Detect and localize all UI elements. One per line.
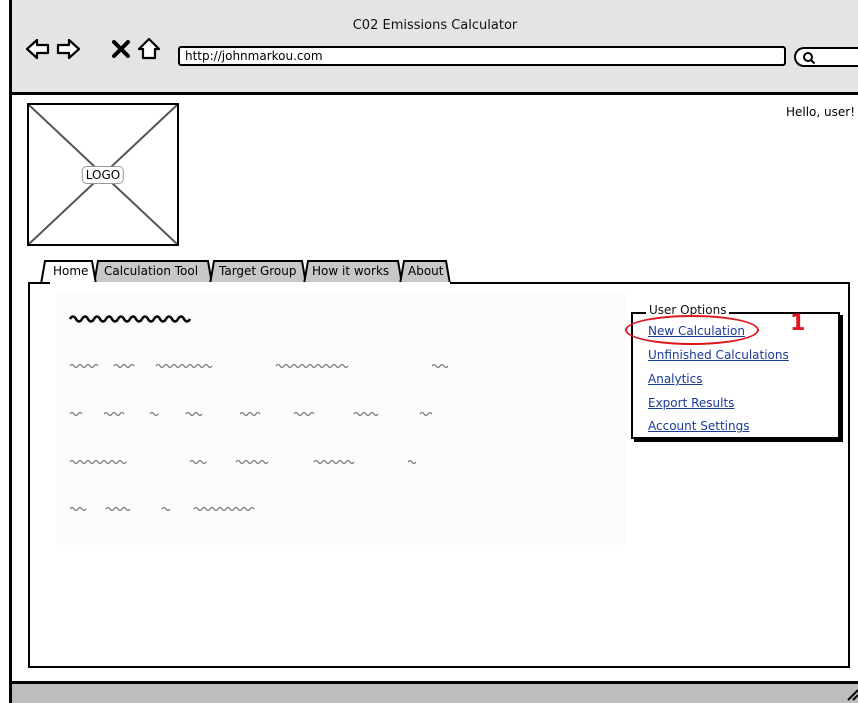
annotation-number: 1 [790, 311, 806, 336]
resize-grip-icon[interactable] [845, 687, 858, 701]
tab-about[interactable]: About [408, 264, 443, 278]
scribble-line [69, 411, 433, 417]
export-results-link[interactable]: Export Results [648, 396, 734, 410]
search-button[interactable] [794, 47, 858, 67]
analytics-link[interactable]: Analytics [648, 372, 703, 386]
logo-label: LOGO [81, 165, 125, 184]
account-settings-link[interactable]: Account Settings [648, 419, 749, 433]
forward-arrow-icon[interactable] [55, 36, 81, 62]
panel-border [28, 282, 50, 284]
address-bar-url: http://johnmarkou.com [185, 49, 323, 63]
tab-target-group[interactable]: Target Group [219, 264, 296, 278]
scribble-heading [68, 315, 192, 323]
browser-window: C02 Emissions Calculator http://johnmark… [9, 0, 858, 703]
panel-border [450, 282, 850, 284]
greeting-text: Hello, user! [785, 105, 855, 119]
search-icon [803, 52, 816, 65]
tab-calculation-tool[interactable]: Calculation Tool [104, 264, 198, 278]
scribble-line [69, 459, 417, 465]
tab-home[interactable]: Home [53, 264, 88, 278]
unfinished-calculations-link[interactable]: Unfinished Calculations [648, 348, 789, 362]
scribble-line [69, 506, 255, 512]
browser-statusbar [12, 681, 858, 703]
logo-placeholder: LOGO [27, 103, 179, 246]
close-x-icon[interactable] [108, 36, 134, 62]
back-arrow-icon[interactable] [25, 36, 51, 62]
window-title: C02 Emissions Calculator [352, 18, 518, 33]
home-icon[interactable] [136, 36, 162, 62]
browser-titlebar: C02 Emissions Calculator http://johnmark… [12, 0, 858, 95]
highlight-annotation-oval [625, 315, 759, 345]
address-bar[interactable]: http://johnmarkou.com [178, 46, 786, 66]
placeholder-text-block [56, 293, 626, 545]
tab-how-it-works[interactable]: How it works [312, 264, 389, 278]
scribble-line [69, 363, 449, 369]
scribble-text-lines [68, 315, 449, 512]
